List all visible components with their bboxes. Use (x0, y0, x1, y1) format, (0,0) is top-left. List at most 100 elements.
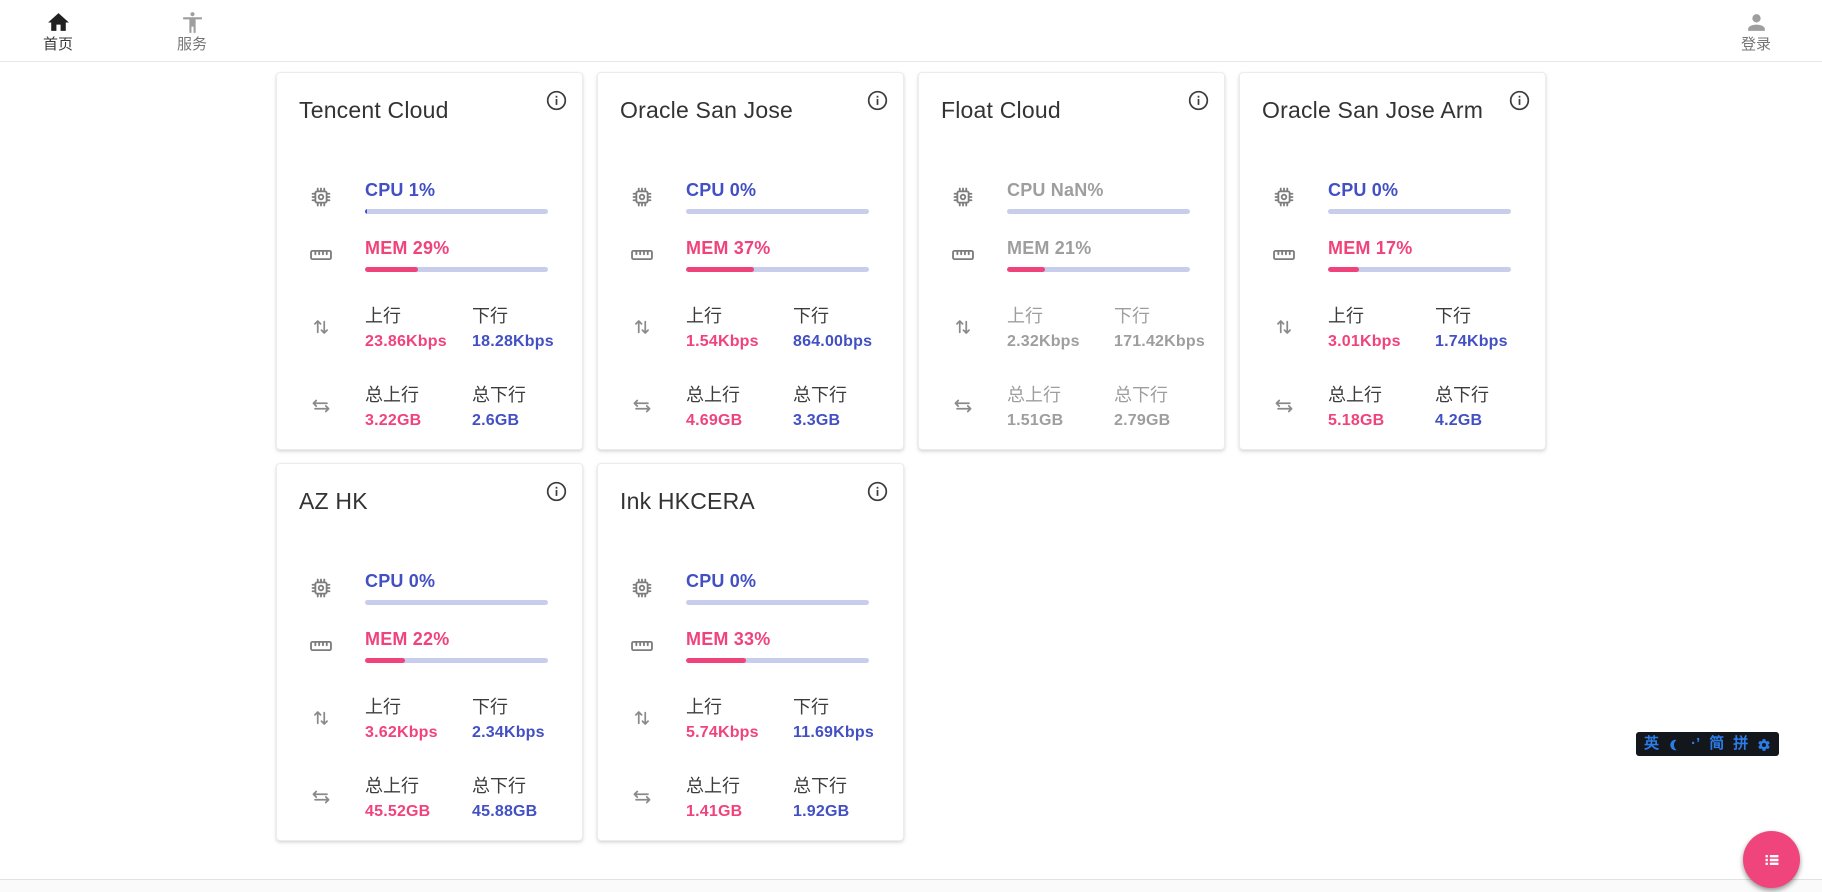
memory-ruler-icon (307, 242, 334, 268)
speed-row: 上行 2.32Kbps 下行 171.42Kbps (949, 302, 1190, 351)
cpu-progress-bar (365, 600, 548, 605)
swap-horizontal-icon (628, 393, 655, 419)
nav-item-home[interactable]: 首页 (28, 10, 88, 54)
mem-row: MEM 29% (307, 238, 548, 272)
cpu-label: CPU NaN% (1007, 180, 1190, 201)
swap-horizontal-icon (628, 784, 655, 810)
login-button[interactable]: 登录 (1726, 10, 1786, 54)
total-download-label: 总下行 (793, 772, 869, 798)
cpu-row: CPU 0% (307, 571, 548, 605)
mem-progress-bar (365, 267, 548, 272)
card-body: CPU 0% MEM 37% (598, 180, 903, 430)
mem-progress-bar (1007, 267, 1190, 272)
speed-columns: 上行 1.54Kbps 下行 864.00bps (686, 302, 872, 351)
upload-label: 上行 (686, 693, 793, 719)
info-icon (545, 89, 568, 112)
cpu-row: CPU NaN% (949, 180, 1190, 214)
cpu-label: CPU 0% (1328, 180, 1511, 201)
top-nav: 首页 服务 登录 (0, 0, 1822, 62)
up-down-arrows-icon (949, 314, 976, 340)
download-label: 下行 (472, 302, 554, 328)
total-row: 总上行 3.22GB 总下行 2.6GB (307, 381, 548, 430)
total-download-value: 1.92GB (793, 803, 869, 821)
upload-label: 上行 (1328, 302, 1435, 328)
memory-ruler-icon (628, 242, 655, 268)
mem-row: MEM 37% (628, 238, 869, 272)
download-value: 11.69Kbps (793, 724, 874, 742)
total-download-stat: 总下行 2.6GB (472, 381, 548, 430)
download-label: 下行 (793, 302, 872, 328)
server-name: Float Cloud (941, 97, 1061, 124)
total-columns: 总上行 1.41GB 总下行 1.92GB (686, 772, 869, 821)
speed-columns: 上行 3.01Kbps 下行 1.74Kbps (1328, 302, 1511, 351)
download-stat: 下行 171.42Kbps (1114, 302, 1205, 351)
memory-ruler-icon (1270, 242, 1297, 268)
total-download-label: 总下行 (472, 381, 548, 407)
total-download-label: 总下行 (472, 772, 548, 798)
info-button[interactable] (1508, 89, 1531, 112)
gear-icon[interactable] (1757, 737, 1771, 752)
ime-punctuation-toggle[interactable]: ·’ (1691, 732, 1700, 756)
info-button[interactable] (866, 480, 889, 503)
total-download-stat: 总下行 3.3GB (793, 381, 869, 430)
ime-language-toggle[interactable]: 英 (1644, 732, 1659, 756)
info-button[interactable] (866, 89, 889, 112)
nav-item-label: 服务 (177, 36, 207, 54)
total-row: 总上行 45.52GB 总下行 45.88GB (307, 772, 548, 821)
speed-columns: 上行 5.74Kbps 下行 11.69Kbps (686, 693, 874, 742)
server-card: AZ HK CPU 0% (276, 463, 583, 841)
total-columns: 总上行 3.22GB 总下行 2.6GB (365, 381, 548, 430)
total-upload-value: 4.69GB (686, 412, 793, 430)
speed-columns: 上行 23.86Kbps 下行 18.28Kbps (365, 302, 554, 351)
cpu-label: CPU 0% (686, 571, 869, 592)
cpu-row: CPU 1% (307, 180, 548, 214)
speed-columns: 上行 3.62Kbps 下行 2.34Kbps (365, 693, 548, 742)
cpu-chip-icon (949, 184, 976, 210)
download-label: 下行 (472, 693, 548, 719)
memory-ruler-icon (307, 633, 334, 659)
mem-progress-bar (686, 267, 869, 272)
nav-item-services[interactable]: 服务 (162, 10, 222, 54)
info-button[interactable] (545, 480, 568, 503)
total-upload-label: 总上行 (686, 381, 793, 407)
cpu-label: CPU 0% (365, 571, 548, 592)
moon-icon[interactable] (1668, 737, 1682, 752)
ime-toolbar: 英 ·’ 简 拼 (1636, 732, 1779, 756)
total-row: 总上行 5.18GB 总下行 4.2GB (1270, 381, 1511, 430)
mem-progress-bar (1328, 267, 1511, 272)
cpu-progress-bar (1007, 209, 1190, 214)
info-button[interactable] (1187, 89, 1210, 112)
total-upload-label: 总上行 (365, 772, 472, 798)
server-name: Tencent Cloud (299, 97, 449, 124)
ime-simplified-toggle[interactable]: 简 (1709, 732, 1724, 756)
cpu-progress-bar (686, 600, 869, 605)
card-header: Float Cloud (919, 73, 1224, 124)
card-body: CPU 1% MEM 29% (277, 180, 582, 430)
mem-label: MEM 37% (686, 238, 869, 259)
total-columns: 总上行 4.69GB 总下行 3.3GB (686, 381, 869, 430)
mem-row: MEM 22% (307, 629, 548, 663)
server-card: Float Cloud CPU NaN (918, 72, 1225, 450)
memory-ruler-icon (949, 242, 976, 268)
up-down-arrows-icon (307, 314, 334, 340)
info-button[interactable] (545, 89, 568, 112)
mem-label: MEM 29% (365, 238, 548, 259)
card-body: CPU 0% MEM 17% (1240, 180, 1545, 430)
cpu-chip-icon (628, 184, 655, 210)
mem-progress-fill (365, 267, 418, 272)
total-download-stat: 总下行 45.88GB (472, 772, 548, 821)
total-columns: 总上行 1.51GB 总下行 2.79GB (1007, 381, 1190, 430)
total-upload-stat: 总上行 5.18GB (1328, 381, 1435, 430)
cpu-row: CPU 0% (1270, 180, 1511, 214)
download-stat: 下行 2.34Kbps (472, 693, 548, 742)
total-download-value: 3.3GB (793, 412, 869, 430)
total-upload-label: 总上行 (1007, 381, 1114, 407)
ime-pinyin-toggle[interactable]: 拼 (1733, 732, 1748, 756)
download-stat: 下行 864.00bps (793, 302, 872, 351)
download-stat: 下行 1.74Kbps (1435, 302, 1511, 351)
server-list-fab[interactable] (1743, 831, 1800, 888)
cpu-metric: CPU 0% (686, 571, 869, 605)
total-row: 总上行 1.41GB 总下行 1.92GB (628, 772, 869, 821)
mem-metric: MEM 22% (365, 629, 548, 663)
cpu-metric: CPU NaN% (1007, 180, 1190, 214)
